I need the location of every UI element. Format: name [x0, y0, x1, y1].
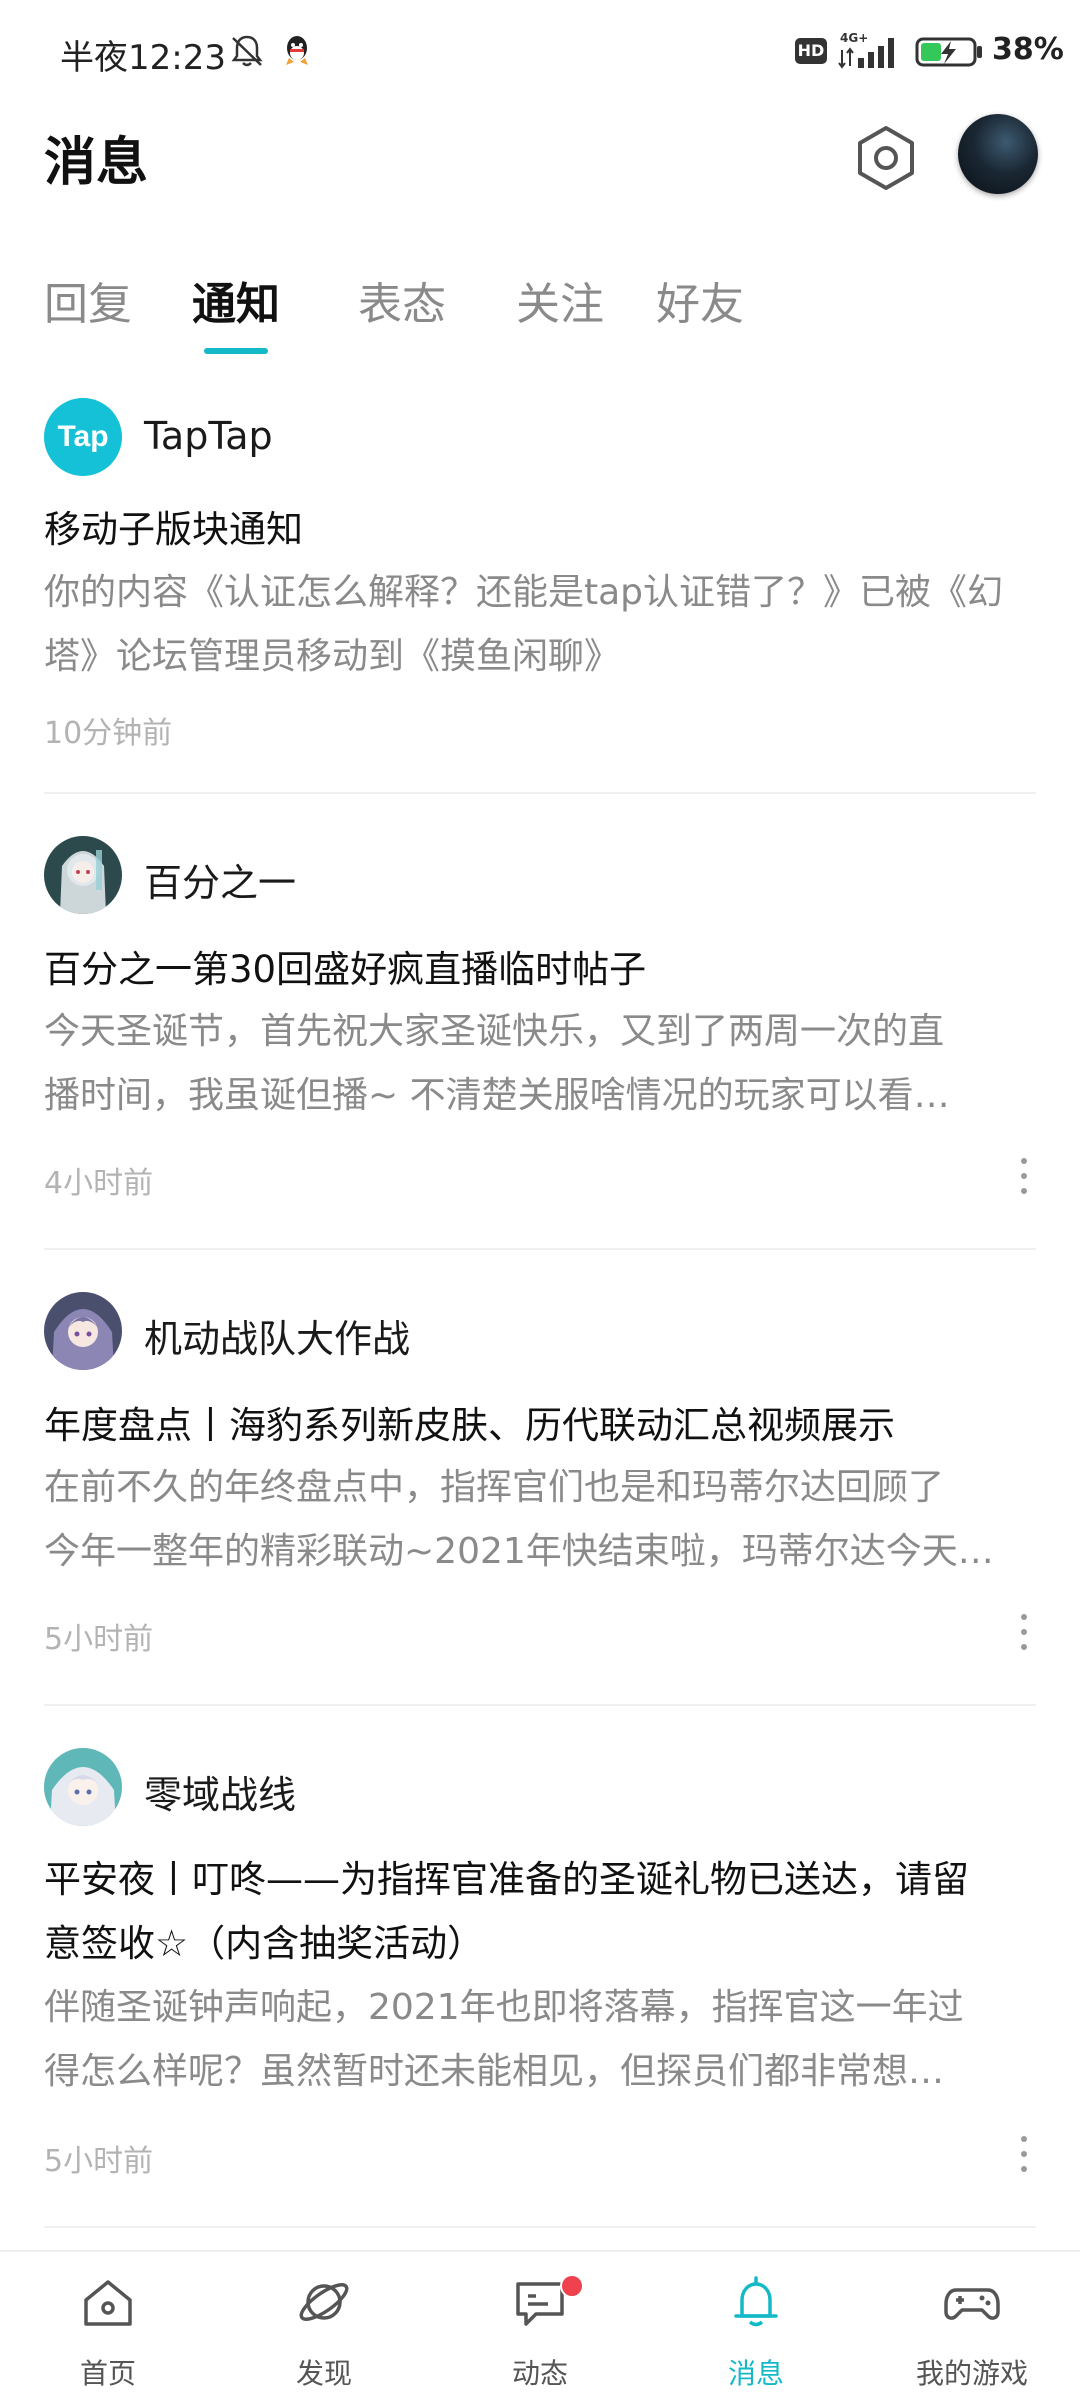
- notification-badge: [560, 2274, 584, 2298]
- body-line: 在前不久的年终盘点中，指挥官们也是和玛蒂尔达回顾了: [44, 1467, 945, 1508]
- sender-name[interactable]: TapTap: [144, 414, 273, 458]
- notification-card[interactable]: 机动战队大作战 年度盘点丨海豹系列新皮肤、历代联动汇总视频展示 在前不久的年终盘…: [44, 1292, 1036, 1672]
- nav-messages[interactable]: 消息: [648, 2252, 864, 2402]
- body-line: 得怎么样呢？虽然暂时还未能相见，但探员们都非常想…: [44, 2051, 945, 2092]
- nav-label: 首页: [79, 2357, 136, 2390]
- notification-time: 5小时前: [44, 1622, 154, 1657]
- nav-label: 消息: [727, 2357, 784, 2390]
- notification-title: 移动子版块通知: [44, 508, 303, 551]
- status-time: 半夜12:23: [60, 38, 226, 78]
- card-header: Tap TapTap: [44, 398, 1036, 478]
- tab-notification[interactable]: 通知: [192, 268, 280, 332]
- body-line: 塔》论坛管理员移动到《摸鱼闲聊》: [44, 636, 621, 677]
- divider: [44, 1248, 1036, 1250]
- avatar[interactable]: [44, 836, 122, 914]
- more-options-icon[interactable]: [1014, 1156, 1034, 1196]
- body-line: 播时间，我虽诞但播~ 不清楚关服啥情况的玩家可以看…: [44, 1075, 950, 1116]
- battery-icon: [915, 37, 982, 67]
- sender-name[interactable]: 百分之一: [144, 852, 296, 907]
- more-options-icon[interactable]: [1014, 1612, 1034, 1652]
- title-line: 平安夜丨叮咚——为指挥官准备的圣诞礼物已送达，请留: [44, 1858, 969, 1901]
- settings-icon[interactable]: [850, 122, 922, 194]
- body-line: 今天圣诞节，首先祝大家圣诞快乐，又到了两周一次的直: [44, 1011, 945, 1052]
- home-icon: [84, 2280, 132, 2326]
- bell-muted-icon: [231, 35, 263, 67]
- gamepad-icon: [944, 2288, 1000, 2320]
- notification-card[interactable]: 零域战线 平安夜丨叮咚——为指挥官准备的圣诞礼物已送达，请留 意签收☆（内含抽奖…: [44, 1748, 1036, 2208]
- nav-my-games[interactable]: 我的游戏: [864, 2252, 1080, 2402]
- user-avatar[interactable]: [958, 114, 1038, 194]
- body-line: 伴随圣诞钟声响起，2021年也即将落幕，指挥官这一年过: [44, 1987, 964, 2028]
- hd-badge: HD: [795, 38, 827, 64]
- notification-card[interactable]: 百分之一 百分之一第30回盛好疯直播临时帖子 今天圣诞节，首先祝大家圣诞快乐，又…: [44, 836, 1036, 1216]
- battery-percent: 38%: [992, 32, 1064, 67]
- card-header: 零域战线: [44, 1748, 1036, 1828]
- nav-label: 发现: [295, 2357, 352, 2390]
- sender-name[interactable]: 零域战线: [144, 1764, 296, 1819]
- divider: [44, 792, 1036, 794]
- title-line: 意签收☆（内含抽奖活动）: [44, 1922, 485, 1965]
- card-header: 百分之一: [44, 836, 1036, 916]
- tab-reaction[interactable]: 表态: [358, 268, 446, 332]
- nav-discover[interactable]: 发现: [216, 2252, 432, 2402]
- avatar[interactable]: [44, 1292, 122, 1370]
- nav-home[interactable]: 首页: [0, 2252, 216, 2402]
- divider: [44, 1704, 1036, 1706]
- sender-name[interactable]: 机动战队大作战: [144, 1308, 410, 1363]
- active-tab-indicator: [204, 348, 268, 354]
- body-line: 你的内容《认证怎么解释？还能是tap认证错了？》已被《幻: [44, 572, 1004, 613]
- divider: [44, 2226, 1036, 2228]
- notification-time: 10分钟前: [44, 716, 173, 751]
- svg-text:4G+: 4G+: [840, 31, 868, 45]
- notification-body: 你的内容《认证怎么解释？还能是tap认证错了？》已被《幻 塔》论坛管理员移动到《…: [44, 561, 1036, 689]
- taptap-logo: Tap: [44, 398, 122, 476]
- more-options-icon[interactable]: [1014, 2134, 1034, 2174]
- nav-label: 我的游戏: [915, 2357, 1028, 2390]
- bottom-navigation: 首页 发现 动态 消息 我的游戏: [0, 2250, 1080, 2402]
- signal-icon: 4G+: [838, 31, 894, 69]
- status-bar: 半夜12:23 HD 4G+ 38%: [0, 0, 1080, 100]
- notification-body: 在前不久的年终盘点中，指挥官们也是和玛蒂尔达回顾了 今年一整年的精彩联动~202…: [44, 1456, 1036, 1584]
- qq-icon: [286, 36, 308, 65]
- planet-icon: [299, 2283, 349, 2321]
- message-tabs: 回复 通知 表态 关注 好友: [0, 260, 1080, 360]
- notification-title: 平安夜丨叮咚——为指挥官准备的圣诞礼物已送达，请留 意签收☆（内含抽奖活动）: [44, 1848, 1036, 1976]
- nav-label: 动态: [511, 2357, 568, 2390]
- notification-title: 百分之一第30回盛好疯直播临时帖子: [44, 948, 647, 991]
- avatar[interactable]: [44, 1748, 122, 1826]
- card-header: 机动战队大作战: [44, 1292, 1036, 1372]
- tab-follow[interactable]: 关注: [516, 268, 604, 332]
- bell-icon: [734, 2276, 778, 2327]
- tab-friends[interactable]: 好友: [656, 268, 744, 332]
- notification-body: 伴随圣诞钟声响起，2021年也即将落幕，指挥官这一年过 得怎么样呢？虽然暂时还未…: [44, 1976, 1036, 2104]
- page-title: 消息: [44, 133, 149, 193]
- notification-card[interactable]: Tap TapTap 移动子版块通知 你的内容《认证怎么解释？还能是tap认证错…: [44, 398, 1036, 768]
- notification-title: 年度盘点丨海豹系列新皮肤、历代联动汇总视频展示: [44, 1404, 895, 1447]
- notification-body: 今天圣诞节，首先祝大家圣诞快乐，又到了两周一次的直 播时间，我虽诞但播~ 不清楚…: [44, 1000, 1036, 1128]
- tab-reply[interactable]: 回复: [44, 268, 132, 332]
- notification-time: 5小时前: [44, 2144, 154, 2179]
- nav-feed[interactable]: 动态: [432, 2252, 648, 2402]
- notification-time: 4小时前: [44, 1166, 154, 1201]
- body-line: 今年一整年的精彩联动~2021年快结束啦，玛蒂尔达今天…: [44, 1531, 994, 1572]
